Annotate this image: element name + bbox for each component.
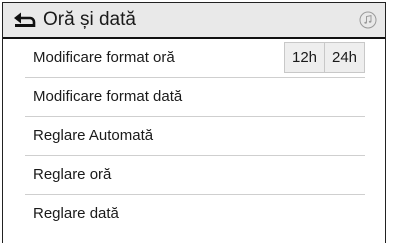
- back-arrow-icon: [14, 12, 36, 27]
- row-set-date[interactable]: Reglare dată: [25, 195, 365, 234]
- page-title: Oră și dată: [43, 9, 136, 30]
- time-date-settings-screen: Oră și dată Modificare format oră 12h 24…: [0, 0, 394, 245]
- row-label: Reglare dată: [33, 205, 119, 222]
- option-24h-button[interactable]: 24h: [324, 43, 364, 72]
- time-format-toggle: 12h 24h: [284, 42, 365, 73]
- settings-list: Modificare format oră 12h 24h Modificare…: [3, 39, 385, 234]
- back-button[interactable]: [13, 9, 37, 31]
- row-label: Modificare format oră: [33, 49, 175, 66]
- header-bar: Oră și dată: [3, 3, 385, 39]
- row-label: Modificare format dată: [33, 88, 183, 105]
- row-set-time[interactable]: Reglare oră: [25, 156, 365, 195]
- row-label: Reglare oră: [33, 166, 112, 183]
- music-note-icon: [359, 11, 377, 29]
- settings-panel: Oră și dată Modificare format oră 12h 24…: [2, 2, 386, 243]
- row-label: Reglare Automată: [33, 127, 154, 144]
- row-auto-set[interactable]: Reglare Automată: [25, 117, 365, 156]
- row-date-format[interactable]: Modificare format dată: [25, 78, 365, 117]
- music-button[interactable]: [359, 11, 377, 29]
- row-time-format[interactable]: Modificare format oră 12h 24h: [25, 39, 365, 78]
- option-12h-button[interactable]: 12h: [285, 43, 324, 72]
